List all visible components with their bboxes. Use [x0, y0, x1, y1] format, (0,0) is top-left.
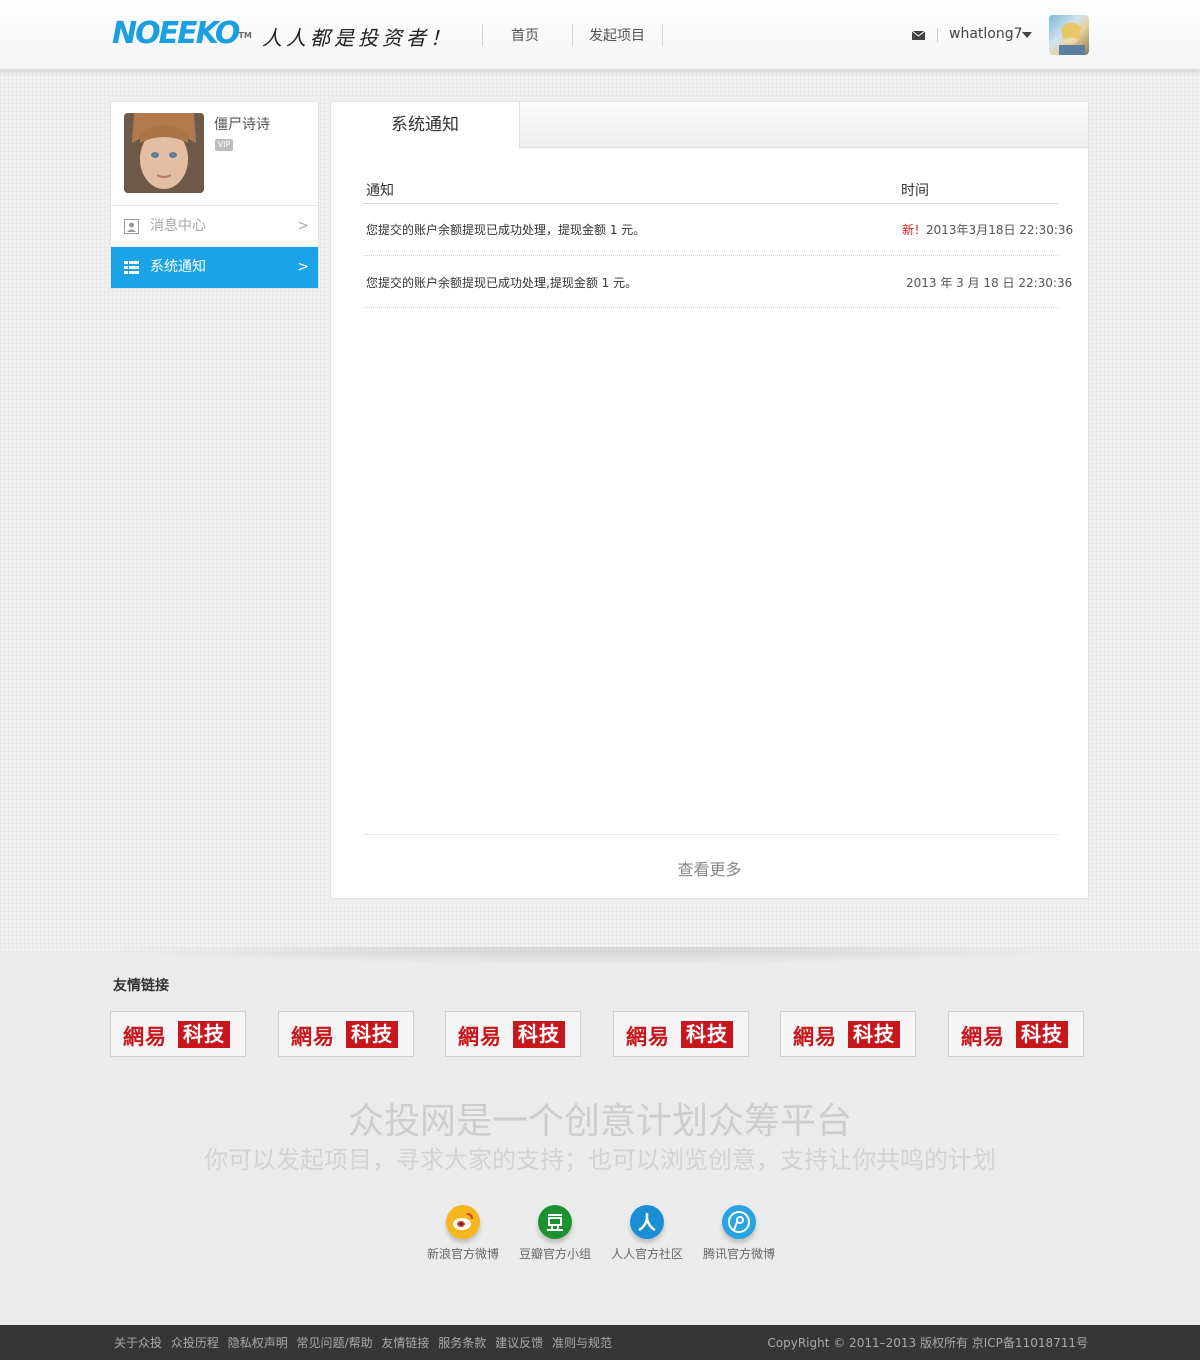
footer-link-faq[interactable]: 常见问题/帮助 [297, 1336, 373, 1350]
view-more-link[interactable]: 查看更多 [331, 856, 1088, 880]
netease-logo-tag: 科技 [1016, 1021, 1068, 1048]
footer-link-terms[interactable]: 服务条款 [438, 1336, 486, 1350]
profile-avatar[interactable] [124, 113, 204, 193]
footer-link-feedback[interactable]: 建议反馈 [495, 1336, 543, 1350]
chevron-right-icon: > [297, 218, 309, 234]
friend-links-title: 友情链接 [113, 978, 169, 994]
netease-logo-text: 網易 [626, 1024, 670, 1049]
bottom-bar: 关于众投 众投历程 隐私权声明 常见问题/帮助 友情链接 服务条款 建议反馈 准… [0, 1325, 1200, 1360]
friend-link-netease-tech[interactable]: 網易 科技 [110, 1011, 246, 1057]
footer-link-about[interactable]: 关于众投 [114, 1336, 162, 1350]
sidebar-item-system-notice[interactable]: 系统通知 > [111, 247, 318, 288]
netease-logo-text: 網易 [123, 1024, 167, 1049]
mail-icon[interactable] [912, 31, 925, 40]
table-row[interactable]: 您提交的账户余额提现已成功处理,提现金额 1 元。 2013 年 3 月 18 … [363, 256, 1072, 308]
netease-logo-tag: 科技 [681, 1021, 733, 1048]
social-label: 腾讯官方微博 [702, 1247, 775, 1261]
weibo-icon [446, 1205, 480, 1239]
netease-logo-tag: 科技 [848, 1021, 900, 1048]
netease-logo-tag: 科技 [513, 1021, 565, 1048]
social-label: 新浪官方微博 [426, 1247, 499, 1261]
site-slogan: 人人都是投资者！ [262, 26, 454, 50]
sidebar-item-label: 系统通知 [150, 259, 206, 275]
sidebar-item-message-center[interactable]: 消息中心 > [111, 206, 318, 247]
notice-message: 您提交的账户余额提现已成功处理,提现金额 1 元。 [366, 276, 638, 290]
chevron-down-icon[interactable] [1022, 32, 1032, 38]
social-link-tencent-weibo[interactable]: 腾讯官方微博 [693, 1205, 785, 1262]
friend-link-netease-tech[interactable]: 網易 科技 [780, 1011, 916, 1057]
footer-link-history[interactable]: 众投历程 [171, 1336, 219, 1350]
site-logo[interactable]: NOEEKOTM [112, 18, 252, 50]
netease-logo-text: 網易 [291, 1024, 335, 1049]
footer-link-privacy[interactable]: 隐私权声明 [228, 1336, 288, 1350]
tab-system-notice[interactable]: 系统通知 [331, 102, 520, 149]
renren-icon [630, 1205, 664, 1239]
social-label: 豆瓣官方小组 [518, 1247, 591, 1261]
social-link-renren[interactable]: 人人官方社区 [601, 1205, 693, 1262]
social-label: 人人官方社区 [610, 1247, 683, 1261]
vip-badge: VIP [215, 139, 233, 151]
user-avatar[interactable] [1049, 15, 1089, 55]
notice-time: 2013 年 3 月 18 日 22:30:36 [906, 276, 1073, 290]
list-icon [124, 261, 139, 274]
nav-divider [572, 24, 573, 46]
profile-name[interactable]: 僵尸诗诗 [214, 114, 270, 134]
new-badge: 新！ [902, 223, 927, 237]
netease-logo-tag: 科技 [346, 1021, 398, 1048]
table-header: 通知 时间 [363, 174, 1058, 204]
nav-start-project[interactable]: 发起项目 [589, 25, 645, 45]
sidebar: 僵尸诗诗 VIP 消息中心 > 系统通知 > [110, 101, 319, 289]
sidebar-item-label: 消息中心 [150, 218, 206, 234]
column-notice: 通知 [366, 183, 394, 199]
social-link-douban[interactable]: 豆瓣官方小组 [509, 1205, 601, 1262]
top-header: NOEEKOTM 人人都是投资者！ 首页 发起项目 whatlong7 [0, 0, 1200, 70]
table-row[interactable]: 您提交的账户余额提现已成功处理，提现金额 1 元。 新！2013年3月18日 2… [363, 204, 1073, 256]
friend-link-netease-tech[interactable]: 網易 科技 [613, 1011, 749, 1057]
nav-home[interactable]: 首页 [511, 25, 539, 45]
footer-link-friend-links[interactable]: 友情链接 [381, 1336, 429, 1350]
social-link-weibo[interactable]: 新浪官方微博 [417, 1205, 509, 1262]
nav-divider [482, 24, 483, 46]
douban-icon [538, 1205, 572, 1239]
profile-card: 僵尸诗诗 VIP [111, 102, 318, 206]
contact-card-icon [124, 219, 139, 234]
notice-message: 您提交的账户余额提现已成功处理，提现金额 1 元。 [366, 223, 646, 237]
footer-shadow [90, 947, 1110, 965]
nav-divider [662, 24, 663, 46]
friend-link-netease-tech[interactable]: 網易 科技 [948, 1011, 1084, 1057]
netease-logo-text: 網易 [961, 1024, 1005, 1049]
tencent-weibo-icon [722, 1205, 756, 1239]
netease-logo-text: 網易 [458, 1024, 502, 1049]
platform-headline: 众投网是一个创意计划众筹平台 [347, 1101, 852, 1142]
chevron-right-icon: > [297, 259, 309, 275]
bottom-links: 关于众投 众投历程 隐私权声明 常见问题/帮助 友情链接 服务条款 建议反馈 准… [114, 1334, 617, 1351]
platform-subline: 你可以发起项目，寻求大家的支持；也可以浏览创意，支持让你共鸣的计划 [204, 1146, 996, 1174]
footer-link-guidelines[interactable]: 准则与规范 [552, 1336, 612, 1350]
username-menu[interactable]: whatlong7 [949, 26, 1023, 42]
user-divider [937, 28, 938, 42]
netease-logo-tag: 科技 [178, 1021, 230, 1048]
notice-panel: 系统通知 通知 时间 您提交的账户余额提现已成功处理，提现金额 1 元。 新！2… [330, 101, 1089, 899]
netease-logo-text: 網易 [793, 1024, 837, 1049]
tab-bar: 系统通知 [331, 102, 1088, 149]
notice-time: 新！2013年3月18日 22:30:36 [902, 223, 1074, 237]
friend-link-netease-tech[interactable]: 網易 科技 [445, 1011, 581, 1057]
friend-link-netease-tech[interactable]: 網易 科技 [278, 1011, 414, 1057]
column-time: 时间 [901, 183, 929, 199]
divider [363, 834, 1058, 835]
copyright-text: CopyRight © 2011–2013 版权所有 京ICP备11018711… [767, 1336, 1088, 1350]
